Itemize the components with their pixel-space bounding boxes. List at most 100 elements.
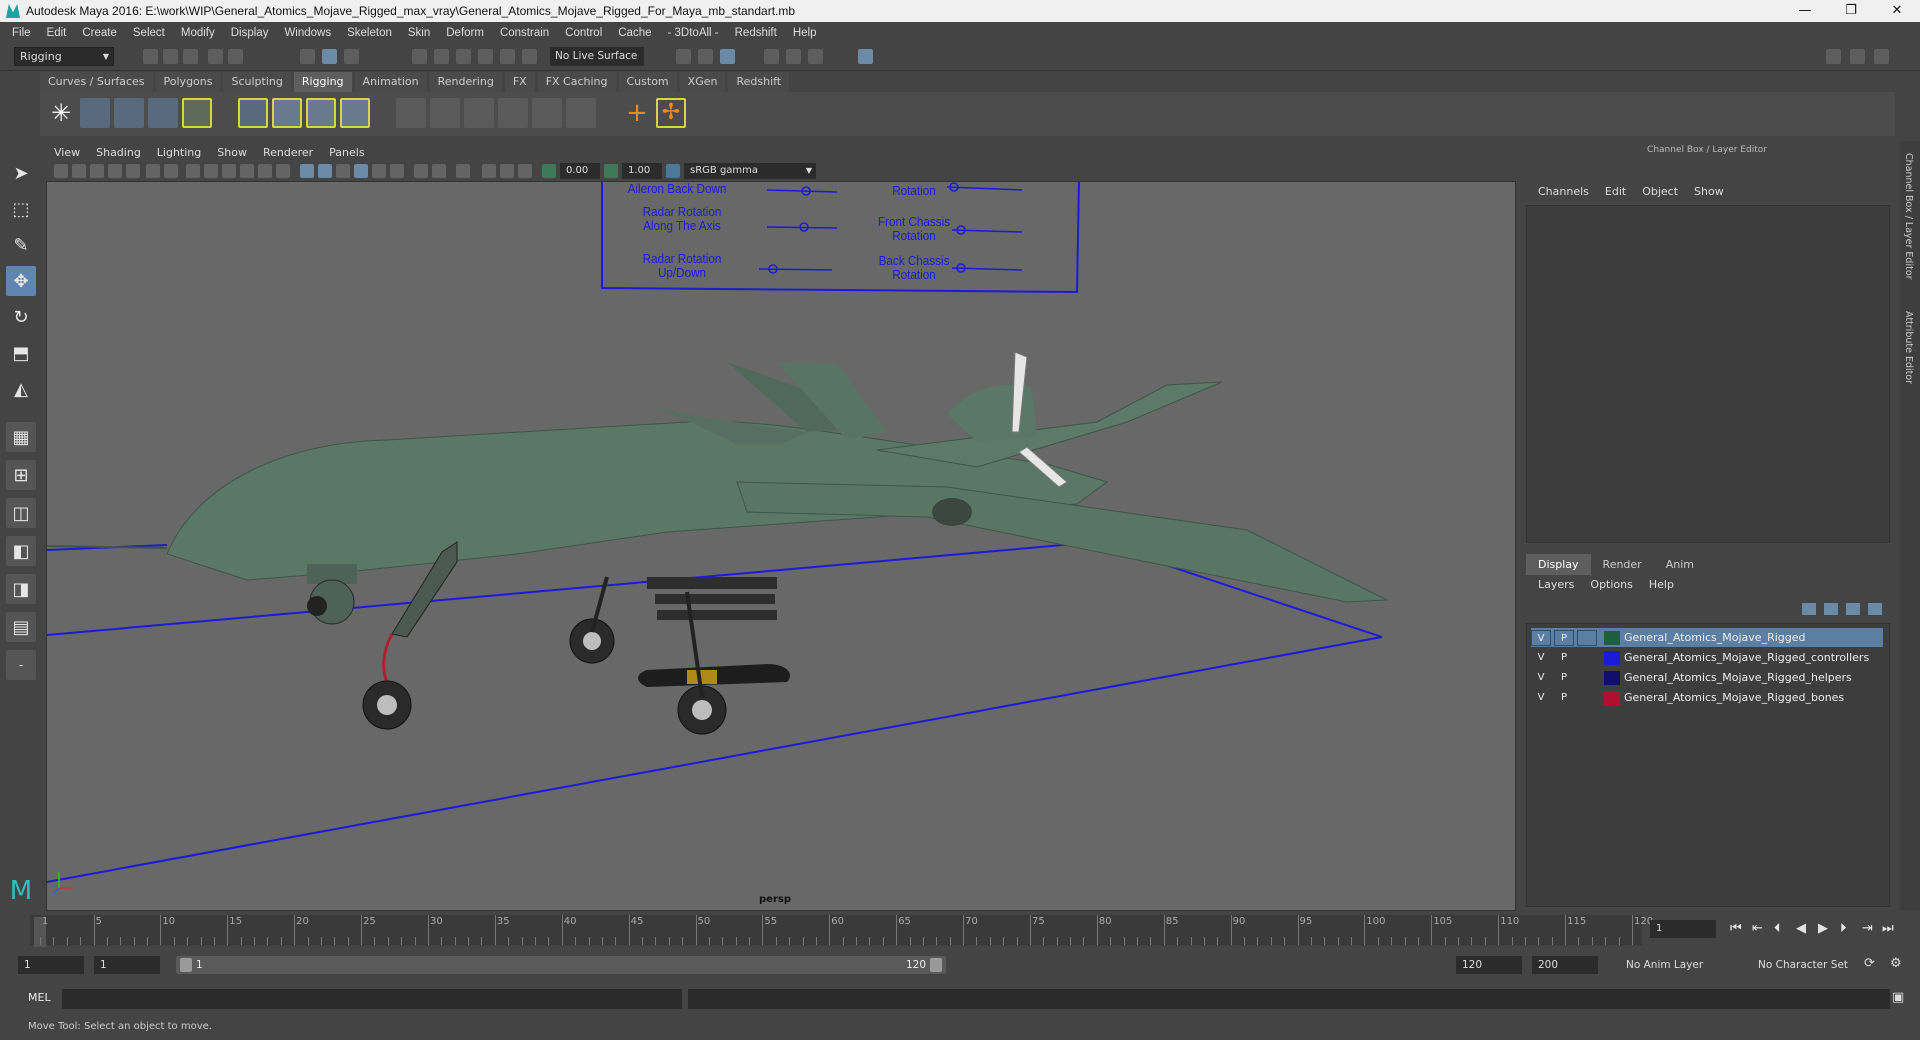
- perspective-viewport[interactable]: Aileron Back Down Radar Rotation Along T…: [46, 181, 1516, 911]
- go-to-end-icon[interactable]: ⏭: [1882, 921, 1894, 936]
- layer-visibility-toggle[interactable]: V: [1531, 650, 1551, 666]
- render-frame-icon[interactable]: [764, 49, 779, 64]
- layer-display-type-toggle[interactable]: [1577, 650, 1597, 666]
- maya-home-icon[interactable]: M: [6, 876, 36, 906]
- shelf-tab-rendering[interactable]: Rendering: [429, 72, 502, 92]
- layer-tab-anim[interactable]: Anim: [1653, 554, 1706, 575]
- render-settings-icon[interactable]: [808, 49, 823, 64]
- rotate-tool-icon[interactable]: ↻: [6, 302, 36, 332]
- step-forward-frame-icon[interactable]: ⏵: [1840, 921, 1847, 936]
- ipr-render-icon[interactable]: [786, 49, 801, 64]
- menu-constrain[interactable]: Constrain: [492, 27, 557, 39]
- layer-color-swatch[interactable]: [1604, 650, 1620, 665]
- animation-preferences-icon[interactable]: ⚙: [1890, 956, 1902, 971]
- shadows-icon[interactable]: [276, 164, 290, 178]
- pole-vector-icon[interactable]: [566, 98, 596, 128]
- xray-joints-icon[interactable]: [318, 164, 332, 178]
- playback-end-field[interactable]: 120: [1456, 956, 1522, 974]
- close-button[interactable]: ✕: [1874, 0, 1920, 22]
- four-pane-icon[interactable]: ⊞: [6, 460, 36, 490]
- step-back-key-icon[interactable]: ⇤: [1752, 921, 1763, 936]
- layer-menu-options[interactable]: Options: [1582, 578, 1640, 591]
- snap-project-icon[interactable]: [522, 49, 537, 64]
- scene-end-field[interactable]: 200: [1532, 956, 1598, 974]
- channel-box-area[interactable]: [1526, 205, 1890, 543]
- isolate-select-icon[interactable]: [336, 164, 350, 178]
- layer-playback-toggle[interactable]: P: [1554, 690, 1574, 706]
- exposure-toggle-icon[interactable]: [542, 164, 556, 178]
- play-backwards-icon[interactable]: ◀: [1796, 921, 1806, 936]
- wireframe-icon[interactable]: [186, 164, 200, 178]
- layer-color-swatch[interactable]: [1604, 630, 1620, 645]
- open-scene-icon[interactable]: [163, 49, 178, 64]
- viewport-menu-lighting[interactable]: Lighting: [149, 146, 209, 159]
- shelf-tab-custom[interactable]: Custom: [618, 72, 677, 92]
- last-tool-icon[interactable]: ◭: [6, 374, 36, 404]
- lattice-icon[interactable]: [306, 98, 336, 128]
- shelf-tab-polygons[interactable]: Polygons: [155, 72, 221, 92]
- menu-windows[interactable]: Windows: [276, 27, 339, 39]
- layer-row[interactable]: V P General_Atomics_Mojave_Rigged_bones: [1531, 688, 1883, 707]
- menu-3dtoall[interactable]: - 3DtoAll -: [660, 27, 727, 39]
- save-scene-icon[interactable]: [183, 49, 198, 64]
- move-layer-up-icon[interactable]: [1802, 603, 1816, 615]
- snap-point-icon[interactable]: [456, 49, 471, 64]
- range-end-handle[interactable]: [930, 958, 942, 972]
- film-gate-icon[interactable]: [146, 164, 160, 178]
- current-frame-field[interactable]: 1: [1650, 920, 1716, 938]
- toggle-outliner-icon[interactable]: [1850, 49, 1865, 64]
- point-constraint-icon[interactable]: [396, 98, 426, 128]
- screen-space-ao-icon[interactable]: [354, 164, 368, 178]
- menu-file[interactable]: File: [4, 27, 39, 39]
- frame-all-icon[interactable]: [518, 164, 532, 178]
- paint-weights-icon[interactable]: [272, 98, 302, 128]
- time-slider[interactable]: 1 5 10 15 20 25 30 35 40 45 50 55 60 65 70 75 80 85 90 95 10…: [24, 913, 1653, 947]
- textured-icon[interactable]: [240, 164, 254, 178]
- viewport-menu-show[interactable]: Show: [209, 146, 255, 159]
- snap-curve-icon[interactable]: [434, 49, 449, 64]
- layer-visibility-toggle[interactable]: V: [1531, 629, 1551, 646]
- layer-menu-layers[interactable]: Layers: [1530, 578, 1582, 591]
- select-camera-icon[interactable]: [54, 164, 68, 178]
- new-scene-icon[interactable]: [143, 49, 158, 64]
- menu-help[interactable]: Help: [785, 27, 825, 39]
- layer-display-type-toggle[interactable]: [1577, 690, 1597, 706]
- camera-attributes-icon[interactable]: [72, 164, 86, 178]
- gamma-toggle-icon[interactable]: [604, 164, 618, 178]
- channel-menu-edit[interactable]: Edit: [1597, 185, 1634, 198]
- construction-history-icon[interactable]: [720, 49, 735, 64]
- layer-display-type-toggle[interactable]: [1577, 629, 1597, 646]
- undo-icon[interactable]: [208, 49, 223, 64]
- aim-constraint-icon[interactable]: [430, 98, 460, 128]
- hypershade-icon[interactable]: [858, 49, 873, 64]
- output-ops-icon[interactable]: [698, 49, 713, 64]
- grid-toggle-icon[interactable]: [126, 164, 140, 178]
- ik-spline-icon[interactable]: [114, 98, 144, 128]
- live-surface-field[interactable]: No Live Surface: [550, 47, 644, 66]
- input-ops-icon[interactable]: [676, 49, 691, 64]
- smooth-shade-icon[interactable]: [204, 164, 218, 178]
- move-layer-down-icon[interactable]: [1824, 603, 1838, 615]
- snap-grid-icon[interactable]: [412, 49, 427, 64]
- layer-playback-toggle[interactable]: P: [1554, 670, 1574, 686]
- menu-select[interactable]: Select: [125, 27, 173, 39]
- command-input[interactable]: [62, 989, 682, 1009]
- minimize-button[interactable]: —: [1782, 0, 1828, 22]
- snap-live-icon[interactable]: [500, 49, 515, 64]
- joint-tool-icon[interactable]: ✳: [46, 98, 76, 128]
- wireframe-on-shaded-icon[interactable]: [222, 164, 236, 178]
- paint-select-icon[interactable]: ✎: [6, 230, 36, 260]
- menu-cache[interactable]: Cache: [610, 27, 659, 39]
- layer-tab-display[interactable]: Display: [1526, 554, 1591, 575]
- character-set-dropdown[interactable]: No Character Set: [1752, 956, 1864, 974]
- step-forward-key-icon[interactable]: ⇥: [1862, 921, 1873, 936]
- shelf-tab-fx[interactable]: FX: [504, 72, 535, 92]
- step-back-frame-icon[interactable]: ⏴: [1774, 921, 1781, 936]
- xray-icon[interactable]: [300, 164, 314, 178]
- anti-aliasing-icon[interactable]: [390, 164, 404, 178]
- layer-playback-toggle[interactable]: P: [1554, 650, 1574, 666]
- use-lights-icon[interactable]: [258, 164, 272, 178]
- parent-constraint-icon[interactable]: [532, 98, 562, 128]
- resolution-gate-icon[interactable]: [164, 164, 178, 178]
- mel-label[interactable]: MEL: [28, 991, 51, 1004]
